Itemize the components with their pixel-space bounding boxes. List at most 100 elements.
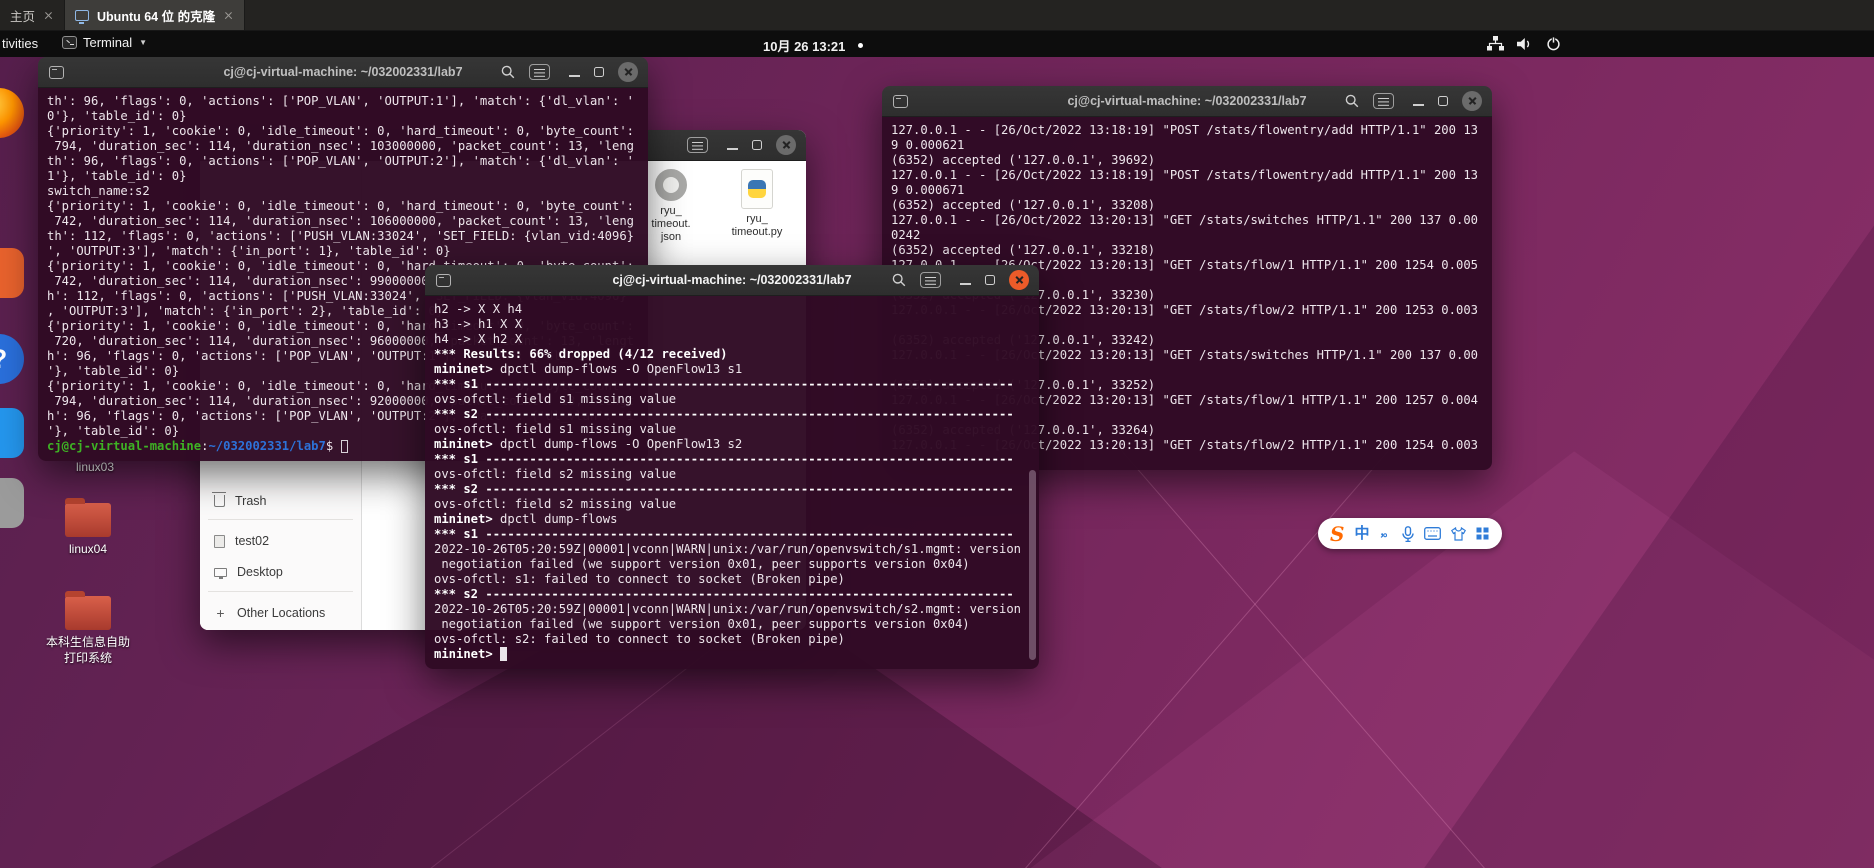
sidebar-item-desktop[interactable]: Desktop: [200, 558, 355, 586]
terminal-line: ', 'OUTPUT:3'], 'match': {'in_port': 1},…: [47, 244, 451, 258]
clock[interactable]: 10月 26 13:21: [763, 36, 845, 55]
minimize-button[interactable]: [960, 275, 971, 286]
ime-mode-toggle[interactable]: 中: [1354, 526, 1369, 541]
chevron-down-icon: ▼: [139, 38, 148, 47]
terminal-line: mininet> dpctl dump-flows -O OpenFlow13 …: [434, 362, 743, 376]
software-icon[interactable]: [0, 248, 24, 298]
file-ry­u-timeout-py[interactable]: ryu_ timeout.py: [719, 169, 795, 239]
search-icon[interactable]: [1345, 94, 1359, 108]
app-menu-label: Terminal: [83, 35, 133, 50]
terminal-line: th': 96, 'flags': 0, 'actions': ['POP_VL…: [47, 154, 634, 168]
notification-dot: [858, 43, 863, 48]
sogou-logo-icon[interactable]: S: [1330, 524, 1344, 544]
terminal-line: *** Results: 66% dropped (4/12 received): [434, 347, 728, 361]
terminal-line: ovs-ofctl: field s1 missing value: [434, 422, 677, 436]
search-icon[interactable]: [892, 273, 906, 287]
vm-tab-home[interactable]: 主页: [0, 0, 66, 30]
menu-icon[interactable]: [920, 272, 941, 288]
close-icon[interactable]: [43, 10, 54, 21]
terminal-line: 2022-10-26T05:20:59Z|00001|vconn|WARN|un…: [434, 542, 1021, 556]
screenshot-tool-icon[interactable]: [0, 478, 24, 528]
file-label: ryu_ timeout.py: [731, 213, 783, 238]
sidebar-item-trash[interactable]: Trash: [200, 487, 355, 515]
sidebar-item-test02[interactable]: test02: [200, 527, 355, 555]
maximize-button[interactable]: [1438, 96, 1448, 106]
maximize-button[interactable]: [752, 140, 762, 150]
terminal-line: *** s1 ---------------------------------…: [434, 377, 1014, 391]
close-button[interactable]: [776, 135, 796, 155]
network-icon: [1487, 36, 1504, 51]
minimize-button[interactable]: [569, 67, 580, 78]
terminal-line: *** s2 ---------------------------------…: [434, 587, 1014, 601]
terminal-line: {'priority': 1, 'cookie': 0, 'idle_timeo…: [47, 124, 634, 138]
desktop-icon-linux04[interactable]: linux04: [58, 498, 118, 557]
toolbox-grid-icon[interactable]: [1476, 527, 1489, 540]
terminal-line: 127.0.0.1 - - [26/Oct/2022 13:20:13] "GE…: [891, 213, 1478, 227]
desktop-icon-linux03[interactable]: linux03: [55, 459, 135, 475]
keyboard-icon[interactable]: [1424, 527, 1441, 540]
terminal-line: (6352) accepted ('127.0.0.1', 33208): [891, 198, 1156, 212]
punctuation-toggle[interactable]: ，。: [1379, 528, 1393, 539]
terminal-line: (6352) accepted ('127.0.0.1', 39692): [891, 153, 1156, 167]
terminal-titlebar[interactable]: cj@cj-virtual-machine: ~/032002331/lab7: [425, 265, 1039, 296]
terminal-line: (6352) accepted ('127.0.0.1', 33218): [891, 243, 1156, 257]
maximize-button[interactable]: [985, 275, 995, 285]
terminal-line: th': 96, 'flags': 0, 'actions': ['POP_VL…: [47, 94, 634, 108]
search-icon[interactable]: [501, 65, 515, 79]
terminal-line: 9 0.000621: [891, 138, 965, 152]
terminal-titlebar[interactable]: cj@cj-virtual-machine: ~/032002331/lab7: [882, 86, 1492, 117]
menu-icon[interactable]: [529, 64, 550, 80]
terminal-line: ovs-ofctl: field s2 missing value: [434, 497, 677, 511]
document-icon: [214, 534, 225, 548]
terminal-line: *** s1 ---------------------------------…: [434, 452, 1014, 466]
sidebar-item-label: Other Locations: [237, 606, 326, 620]
terminal-line: h4 -> X h2 X: [434, 332, 523, 346]
terminal-line: 794, 'duration_sec': 114, 'duration_nsec…: [47, 139, 634, 153]
skin-shirt-icon[interactable]: [1450, 526, 1466, 541]
sidebar-item-label: test02: [235, 534, 270, 548]
close-button[interactable]: [1009, 270, 1029, 290]
close-button[interactable]: [1462, 91, 1482, 111]
minimize-button[interactable]: [727, 140, 738, 151]
window-icon: [893, 94, 908, 108]
code-icon[interactable]: [0, 408, 24, 458]
sidebar-item-other-locations[interactable]: + Other Locations: [200, 599, 355, 627]
vm-tab-label: 主页: [10, 9, 36, 24]
json-file-icon: [655, 169, 687, 201]
desktop-icon-label: linux03: [75, 460, 115, 474]
terminal-app-icon: [62, 36, 77, 49]
microphone-icon[interactable]: [1402, 525, 1414, 542]
close-icon[interactable]: [223, 10, 234, 21]
maximize-button[interactable]: [594, 67, 604, 77]
system-status-area[interactable]: [1487, 36, 1561, 51]
desktop-icon-print-system[interactable]: 本科生信息自助 打印系统: [38, 591, 138, 666]
terminal-line: mininet> dpctl dump-flows -O OpenFlow13 …: [434, 437, 743, 451]
folder-icon: [65, 591, 111, 630]
minimize-button[interactable]: [1413, 96, 1424, 107]
terminal-line: mininet> dpctl dump-flows: [434, 512, 618, 526]
ubuntu-top-panel: tivities Terminal ▼ 10月 26 13:21: [0, 31, 1874, 57]
ime-toolbar: S 中 ，。: [1318, 518, 1502, 549]
vm-tab-ubuntu[interactable]: Ubuntu 64 位 的克隆: [65, 0, 246, 30]
menu-icon[interactable]: [1373, 93, 1394, 109]
close-button[interactable]: [618, 62, 638, 82]
terminal-line: ovs-ofctl: field s1 missing value: [434, 392, 677, 406]
terminal-line: th': 112, 'flags': 0, 'actions': ['PUSH_…: [47, 229, 634, 243]
terminal-line: *** s2 ---------------------------------…: [434, 482, 1014, 496]
power-icon: [1547, 36, 1560, 51]
vm-tab-bar: 主页 Ubuntu 64 位 的克隆: [0, 0, 1874, 31]
app-menu-button[interactable]: Terminal ▼: [62, 35, 147, 50]
scrollbar-thumb[interactable]: [1029, 470, 1036, 660]
center-terminal-output[interactable]: h2 -> X X h4 h3 -> h1 X Xh4 -> X h2 X *** …: [425, 296, 1039, 669]
sidebar-separator: [208, 519, 353, 520]
terminal-line: ovs-ofctl: s2: failed to connect to sock…: [434, 632, 845, 646]
sidebar-item-label: Desktop: [237, 565, 283, 579]
python-file-icon: [741, 169, 773, 209]
terminal-titlebar[interactable]: cj@cj-virtual-machine: ~/032002331/lab7: [38, 57, 648, 88]
window-title: cj@cj-virtual-machine: ~/032002331/lab7: [223, 65, 463, 79]
desktop-icon-label: linux04: [68, 542, 108, 556]
activities-button[interactable]: tivities: [2, 36, 38, 51]
terminal-line: 127.0.0.1 - - [26/Oct/2022 13:18:19] "PO…: [891, 123, 1478, 137]
plus-icon: +: [216, 605, 225, 621]
menu-icon[interactable]: [687, 137, 708, 153]
